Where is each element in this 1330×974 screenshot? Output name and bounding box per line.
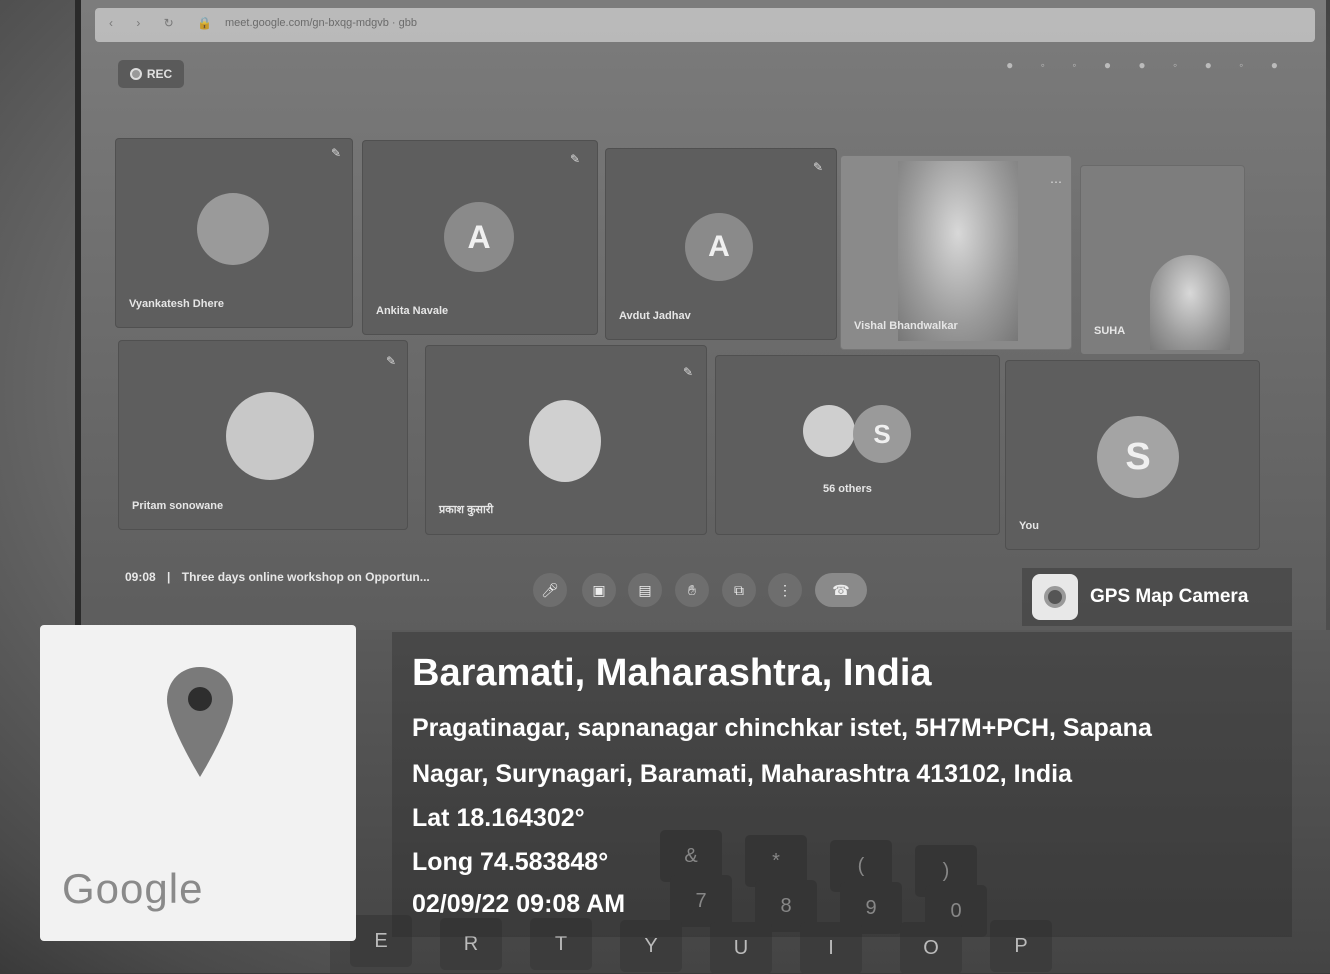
participant-tile[interactable]: S 56 others bbox=[715, 355, 1000, 535]
location-title: Baramati, Maharashtra, India bbox=[412, 652, 932, 694]
mic-muted-icon: ✎ bbox=[385, 354, 396, 368]
address-line-1: Pragatinagar, sapnanagar chinchkar istet… bbox=[412, 714, 1152, 742]
more-options-icon[interactable]: ⋯ bbox=[1050, 175, 1062, 189]
recording-indicator: REC bbox=[118, 60, 184, 88]
participant-name: SUHA bbox=[1094, 325, 1126, 337]
record-icon bbox=[129, 68, 142, 80]
participant-tile[interactable]: ✎ Pritam sonowane bbox=[118, 340, 408, 530]
end-call-button[interactable]: ☎︎ bbox=[815, 573, 867, 607]
mic-muted-icon: ✎ bbox=[812, 160, 823, 174]
latitude: Lat 18.164302° bbox=[412, 804, 585, 832]
participant-name: Pritam sonowane bbox=[132, 500, 224, 512]
more-options-button[interactable]: ⋮ bbox=[768, 573, 802, 607]
browser-nav-icons[interactable]: ‹ › ↻ 🔒 bbox=[109, 16, 222, 30]
avatar-stack-photo bbox=[803, 405, 855, 457]
present-icon: ⧉ bbox=[734, 581, 744, 598]
captions-button[interactable]: ▤ bbox=[628, 573, 662, 607]
participant-name: Vyankatesh Dhere bbox=[129, 298, 224, 310]
avatar bbox=[226, 392, 314, 480]
mic-muted-icon: ✎ bbox=[330, 146, 341, 160]
meeting-title: Three days online workshop on Opportun..… bbox=[181, 570, 430, 584]
avatar: A bbox=[685, 213, 753, 281]
extension-icons[interactable]: ● ◦ ◦ ● ● ◦ ● ◦ ● bbox=[1006, 58, 1290, 72]
longitude: Long 74.583848° bbox=[412, 848, 609, 876]
participant-tile[interactable]: ✎ Vyankatesh Dhere bbox=[115, 138, 353, 328]
rec-label: REC bbox=[146, 67, 173, 81]
datetime: 02/09/22 09:08 AM bbox=[412, 890, 626, 918]
avatar: S bbox=[1097, 416, 1179, 498]
participant-video bbox=[898, 161, 1018, 341]
participant-name: Ankita Navale bbox=[376, 305, 449, 317]
meeting-time: 09:08 bbox=[125, 570, 156, 584]
more-vert-icon: ⋮ bbox=[778, 581, 792, 598]
avatar bbox=[529, 400, 601, 482]
url-text[interactable]: meet.google.com/gn-bxqg-mdgvb · gbb bbox=[225, 17, 417, 29]
participant-name: You bbox=[1019, 520, 1039, 532]
mic-icon: 🎤︎ bbox=[541, 581, 559, 598]
captions-icon: ▤ bbox=[638, 581, 652, 598]
camera-lens-icon bbox=[1032, 574, 1078, 620]
participant-tile[interactable]: A ✎ Avdut Jadhav bbox=[605, 148, 837, 340]
avatar bbox=[197, 193, 269, 265]
end-call-icon: ☎︎ bbox=[832, 581, 850, 598]
participant-video bbox=[1150, 255, 1230, 350]
hand-icon: ✋︎ bbox=[688, 581, 696, 598]
camera-icon: ▣ bbox=[592, 581, 606, 598]
participant-tile[interactable]: ✎ प्रकाश कुसारी bbox=[425, 345, 707, 535]
meeting-info: 09:08 | Three days online workshop on Op… bbox=[125, 570, 430, 584]
camera-button[interactable]: ▣ bbox=[582, 573, 616, 607]
avatar: A bbox=[444, 202, 514, 272]
gps-app-badge: GPS Map Camera bbox=[1022, 568, 1292, 626]
participant-tile[interactable]: SUHA bbox=[1080, 165, 1245, 355]
mic-muted-icon: ✎ bbox=[682, 365, 693, 379]
participant-name: प्रकाश कुसारी bbox=[439, 504, 494, 516]
raise-hand-button[interactable]: ✋︎ bbox=[675, 573, 709, 607]
address-line-2: Nagar, Surynagari, Baramati, Maharashtra… bbox=[412, 760, 1073, 788]
present-button[interactable]: ⧉ bbox=[722, 573, 756, 607]
participant-name: Avdut Jadhav bbox=[619, 310, 691, 322]
map-pin-icon bbox=[167, 667, 233, 777]
avatar: S bbox=[853, 405, 911, 463]
mic-button[interactable]: 🎤︎ bbox=[533, 573, 567, 607]
google-logo: Google bbox=[62, 865, 204, 912]
participant-name: Vishal Bhandwalkar bbox=[854, 320, 958, 332]
others-count: 56 others bbox=[823, 483, 872, 495]
gps-app-name: GPS Map Camera bbox=[1090, 586, 1249, 607]
participant-tile[interactable]: S You bbox=[1005, 360, 1260, 550]
mic-muted-icon: ✎ bbox=[569, 152, 580, 166]
browser-address-bar[interactable]: ‹ › ↻ 🔒 meet.google.com/gn-bxqg-mdgvb · … bbox=[95, 8, 1315, 42]
map-thumbnail: Google bbox=[40, 625, 356, 941]
participant-tile[interactable]: ⋯ Vishal Bhandwalkar bbox=[840, 155, 1072, 350]
meeting-separator: | bbox=[167, 570, 171, 584]
participant-tile[interactable]: A ✎ Ankita Navale bbox=[362, 140, 598, 335]
